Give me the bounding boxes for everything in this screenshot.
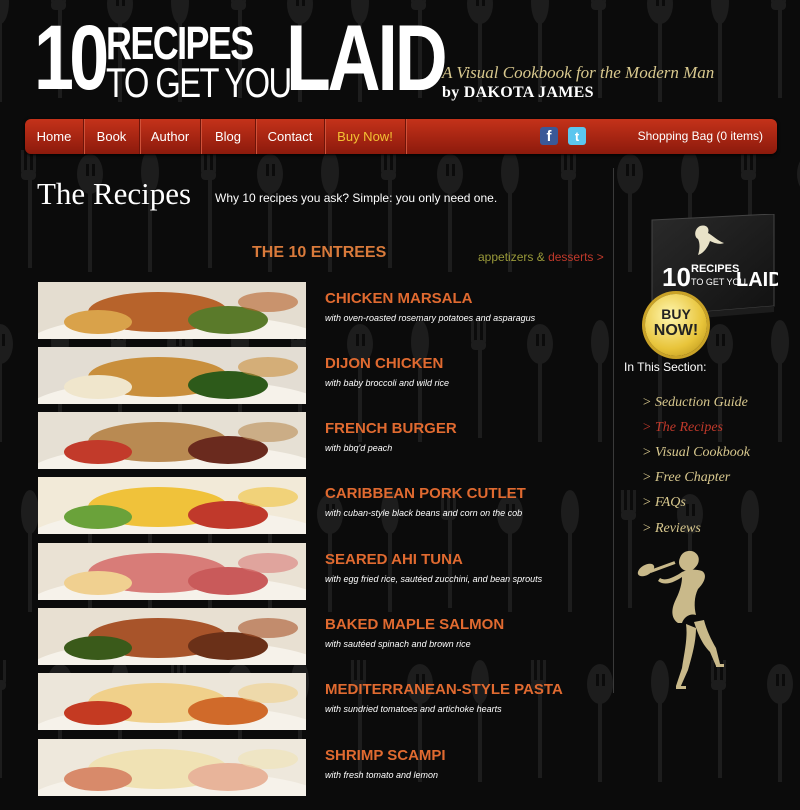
nav-buy-now[interactable]: Buy Now! xyxy=(325,119,406,154)
nav-author[interactable]: Author xyxy=(140,119,201,154)
book-cover-number: 10 xyxy=(662,262,691,292)
section-nav-item[interactable]: > Visual Cookbook xyxy=(642,445,750,461)
section-nav-item[interactable]: > FAQs xyxy=(642,495,686,511)
nav-contact[interactable]: Contact xyxy=(256,119,325,154)
recipe-item[interactable]: CARIBBEAN PORK CUTLET with cuban-style bl… xyxy=(38,477,598,534)
nav-book[interactable]: Book xyxy=(84,119,140,154)
recipe-item[interactable]: DIJON CHICKEN with baby broccoli and wild… xyxy=(38,347,598,404)
logo-laid: LAID xyxy=(286,5,448,110)
section-nav-item[interactable]: > Seduction Guide xyxy=(642,395,748,411)
page-title: The Recipes xyxy=(37,176,192,211)
recipe-item[interactable]: CHICKEN MARSALA with oven-roasted rosemar… xyxy=(38,282,598,339)
other-courses-links: appetizers & desserts > xyxy=(478,250,604,264)
shopping-bag-link[interactable]: Shopping Bag (0 items) xyxy=(638,119,763,154)
recipe-description: with bbq'd peach xyxy=(325,443,393,453)
buy-now-badge[interactable]: BUY NOW! xyxy=(645,294,707,356)
recipe-item[interactable]: MEDITERRANEAN-STYLE PASTA with sundried t… xyxy=(38,673,598,730)
recipe-description: with cuban-style black beans and corn on… xyxy=(325,508,523,518)
recipe-name[interactable]: SHRIMP SCAMPI xyxy=(325,747,446,764)
nav-home[interactable]: Home xyxy=(25,119,84,154)
ampersand: & xyxy=(536,250,545,264)
nav-blog[interactable]: Blog xyxy=(201,119,256,154)
recipe-item[interactable]: SHRIMP SCAMPI with fresh tomato and lemon xyxy=(38,739,598,796)
recipe-thumbnail[interactable] xyxy=(38,282,306,339)
section-nav-item[interactable]: > Reviews xyxy=(642,521,701,537)
entrees-heading: THE 10 ENTREES xyxy=(252,244,387,261)
desserts-link[interactable]: desserts > xyxy=(548,250,604,264)
recipe-thumbnail[interactable] xyxy=(38,543,306,600)
buy-badge-line1: BUY xyxy=(661,306,691,322)
twitter-icon[interactable]: t xyxy=(568,127,586,145)
logo-to-get-you: TO GET YOU xyxy=(106,59,292,106)
book-cover-recipes: RECIPES xyxy=(691,263,739,275)
recipe-item[interactable]: FRENCH BURGER with bbq'd peach xyxy=(38,412,598,469)
page-subtitle: Why 10 recipes you ask? Simple: you only… xyxy=(215,191,498,205)
book-cover-laid: LAID xyxy=(736,269,778,291)
recipe-item[interactable]: BAKED MAPLE SALMON with sautéed spinach a… xyxy=(38,608,598,665)
author-byline: by DAKOTA JAMES xyxy=(442,84,594,101)
recipe-name[interactable]: DIJON CHICKEN xyxy=(325,355,443,372)
recipe-thumbnail[interactable] xyxy=(38,739,306,796)
recipe-description: with oven-roasted rosemary potatoes and … xyxy=(325,313,536,323)
recipe-name[interactable]: CHICKEN MARSALA xyxy=(325,290,473,307)
appetizers-link[interactable]: appetizers xyxy=(478,250,533,264)
recipe-item[interactable]: SEARED AHI TUNA with egg fried rice, saut… xyxy=(38,543,598,600)
recipe-name[interactable]: MEDITERRANEAN-STYLE PASTA xyxy=(325,681,563,698)
recipe-name[interactable]: CARIBBEAN PORK CUTLET xyxy=(325,485,526,502)
recipe-description: with fresh tomato and lemon xyxy=(325,770,439,780)
site-tagline: A Visual Cookbook for the Modern Man xyxy=(442,63,715,82)
logo-number: 10 xyxy=(34,7,109,109)
recipe-thumbnail[interactable] xyxy=(38,477,306,534)
recipe-description: with sundried tomatoes and artichoke hea… xyxy=(325,704,502,714)
column-divider xyxy=(613,168,614,693)
recipe-description: with egg fried rice, sautéed zucchini, a… xyxy=(325,574,543,584)
recipe-description: with baby broccoli and wild rice xyxy=(325,378,450,388)
recipe-name[interactable]: FRENCH BURGER xyxy=(325,420,457,437)
facebook-icon[interactable]: f xyxy=(540,127,558,145)
section-nav-item[interactable]: > The Recipes xyxy=(642,420,723,436)
recipe-thumbnail[interactable] xyxy=(38,673,306,730)
in-this-section-label: In This Section: xyxy=(624,360,707,374)
recipe-thumbnail[interactable] xyxy=(38,608,306,665)
main-nav: Home Book Author Blog Contact Buy Now! f… xyxy=(25,119,777,154)
woman-silhouette-image xyxy=(637,550,724,689)
recipe-thumbnail[interactable] xyxy=(38,412,306,469)
buy-badge-line2: NOW! xyxy=(653,322,699,339)
recipe-thumbnail[interactable] xyxy=(38,347,306,404)
recipe-name[interactable]: SEARED AHI TUNA xyxy=(325,551,463,568)
recipe-description: with sautéed spinach and brown rice xyxy=(325,639,471,649)
recipe-name[interactable]: BAKED MAPLE SALMON xyxy=(325,616,504,633)
section-nav-item[interactable]: > Free Chapter xyxy=(642,470,730,486)
